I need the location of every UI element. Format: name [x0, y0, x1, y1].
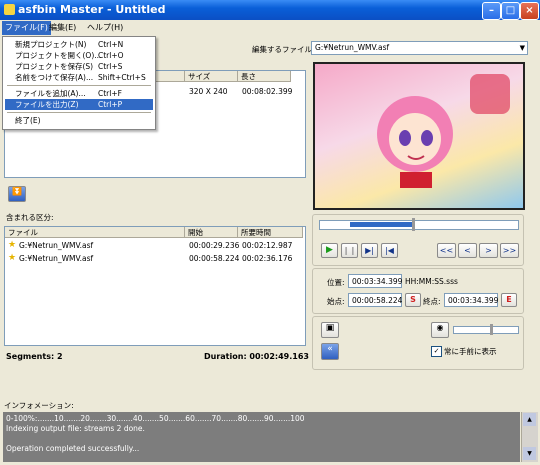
- position-input[interactable]: 00:03:34.399: [348, 274, 402, 288]
- speaker-icon: ◉: [436, 323, 444, 332]
- monitor-icon: ▣: [325, 323, 335, 333]
- step-forward-icon: ▶|: [365, 246, 374, 255]
- video-preview: [313, 62, 525, 210]
- volume-button[interactable]: ◉: [431, 322, 449, 338]
- pause-button[interactable]: ❙❙: [341, 243, 358, 258]
- step-back-icon: |◀: [385, 246, 394, 255]
- segments-label: 含まれる区分:: [6, 213, 54, 222]
- info-line: [6, 434, 517, 444]
- seek-thumb[interactable]: [412, 218, 415, 231]
- scroll-up-icon[interactable]: ▲: [523, 413, 536, 426]
- playback-group: ▶ ❙❙ ▶| |◀ << < > >>: [312, 214, 524, 266]
- segment-start: 00:00:58.224: [189, 254, 240, 263]
- segment-duration: 00:02:12.987: [242, 241, 293, 250]
- length-col-header[interactable]: 長さ: [238, 71, 291, 82]
- volume-slider[interactable]: [453, 324, 519, 335]
- menu-item-add-file[interactable]: ファイルを追加(A)... Ctrl+F: [5, 88, 153, 99]
- file-size-cell: 320 X 240: [189, 87, 228, 96]
- volume-thumb[interactable]: [490, 324, 493, 335]
- edit-file-label: 編集するファイル:: [252, 45, 315, 54]
- info-log: 0-100%:.......10.......20.......30......…: [3, 412, 520, 462]
- info-scrollbar[interactable]: ▲ ▼: [521, 412, 538, 462]
- menu-item-export-file[interactable]: ファイルを出力(Z) Ctrl+P: [5, 99, 153, 110]
- size-col-header[interactable]: サイズ: [185, 71, 238, 82]
- pause-icon: ❙❙: [342, 246, 357, 255]
- play-button[interactable]: ▶: [321, 243, 338, 258]
- position-group: 位置: 00:03:34.399 HH:MM:SS.sss 始点: 00:00:…: [312, 268, 524, 314]
- table-row[interactable]: ★ G:¥Netrun_WMV.asf 00:00:58.224 00:02:3…: [5, 253, 303, 265]
- nav-prev-button[interactable]: <: [458, 243, 477, 258]
- star-icon: ★: [8, 253, 17, 263]
- menu-item-exit[interactable]: 終了(E): [5, 115, 153, 126]
- seg-file-col-header[interactable]: ファイル: [5, 227, 185, 238]
- menu-item-save-project[interactable]: プロジェクトを保存(S) Ctrl+S: [5, 61, 153, 72]
- segment-duration: 00:02:36.176: [242, 254, 293, 263]
- position-label: 位置:: [327, 278, 345, 287]
- set-end-button[interactable]: E: [501, 293, 517, 307]
- double-left-arrow-icon: «: [327, 344, 333, 354]
- edit-file-select[interactable]: G:¥Netrun_WMV.asf ▼: [311, 41, 528, 55]
- nav-first-button[interactable]: <<: [437, 243, 456, 258]
- set-start-button[interactable]: S: [405, 293, 421, 307]
- menu-item-new-project[interactable]: 新規プロジェクト(N) Ctrl+N: [5, 39, 153, 50]
- segment-file: G:¥Netrun_WMV.asf: [19, 254, 94, 263]
- scroll-down-icon[interactable]: ▼: [523, 447, 536, 460]
- rewind-segment-button[interactable]: «: [321, 343, 339, 360]
- menu-separator: [7, 112, 151, 113]
- info-label: インフォメーション:: [4, 401, 74, 410]
- options-group: ▣ « ◉ ✓ 常に手前に表示: [312, 316, 524, 370]
- close-button[interactable]: ×: [520, 2, 539, 20]
- segments-count: Segments: 2: [6, 352, 63, 361]
- format-hint: HH:MM:SS.sss: [405, 277, 458, 286]
- segments-list[interactable]: ファイル 開始 所要時間 ★ G:¥Netrun_WMV.asf 00:00:2…: [4, 226, 306, 346]
- end-input[interactable]: 00:03:34.399: [444, 293, 498, 307]
- nav-last-button[interactable]: >>: [500, 243, 519, 258]
- file-menu-dropdown: 新規プロジェクト(N) Ctrl+N プロジェクトを開く(O)... Ctrl+O …: [2, 36, 156, 130]
- move-down-button[interactable]: ⏬: [8, 186, 26, 202]
- always-on-top-checkbox[interactable]: ✓: [431, 346, 442, 357]
- seg-duration-col-header[interactable]: 所要時間: [238, 227, 303, 238]
- start-label: 始点:: [327, 297, 345, 306]
- end-label: 終点:: [423, 297, 441, 306]
- menu-help[interactable]: ヘルプ(H): [84, 21, 126, 35]
- maximize-button[interactable]: □: [501, 2, 520, 20]
- seek-bar-fill: [350, 222, 412, 227]
- window-title: asfbin Master - Untitled: [18, 3, 166, 16]
- arrow-down-icon: ⏬: [12, 187, 22, 196]
- menu-file[interactable]: ファイル(F): [2, 21, 51, 35]
- step-forward-button[interactable]: ▶|: [361, 243, 378, 258]
- seek-bar[interactable]: [319, 218, 519, 231]
- star-icon: ★: [8, 240, 17, 250]
- monitor-button[interactable]: ▣: [321, 322, 339, 338]
- segment-file: G:¥Netrun_WMV.asf: [19, 241, 94, 250]
- title-bar: asfbin Master - Untitled – □ ×: [0, 0, 540, 20]
- info-line: Operation completed successfully...: [6, 444, 140, 453]
- segment-start: 00:00:29.236: [189, 241, 240, 250]
- info-line: Indexing output file: streams 2 done.: [6, 424, 145, 433]
- edit-file-value: G:¥Netrun_WMV.asf: [315, 43, 390, 52]
- always-on-top-label: 常に手前に表示: [444, 347, 497, 356]
- video-frame-image: [377, 74, 510, 188]
- segments-duration: Duration: 00:02:49.163: [204, 352, 309, 361]
- menu-bar: ファイル(F) 編集(E) ヘルプ(H): [0, 20, 540, 36]
- app-icon: [4, 4, 15, 15]
- start-input[interactable]: 00:00:58.224: [348, 293, 402, 307]
- file-length-cell: 00:08:02.399: [242, 87, 293, 96]
- minimize-button[interactable]: –: [482, 2, 501, 20]
- menu-edit[interactable]: 編集(E): [46, 21, 79, 35]
- nav-next-button[interactable]: >: [479, 243, 498, 258]
- seg-start-col-header[interactable]: 開始: [185, 227, 238, 238]
- menu-item-open-project[interactable]: プロジェクトを開く(O)... Ctrl+O: [5, 50, 153, 61]
- info-line: 0-100%:.......10.......20.......30......…: [6, 414, 305, 423]
- menu-separator: [7, 85, 151, 86]
- table-row[interactable]: ★ G:¥Netrun_WMV.asf 00:00:29.236 00:02:1…: [5, 240, 303, 252]
- menu-item-save-as[interactable]: 名前をつけて保存(A)... Shift+Ctrl+S: [5, 72, 153, 83]
- step-back-button[interactable]: |◀: [381, 243, 398, 258]
- checkmark-icon: ✓: [433, 347, 440, 355]
- chevron-down-icon: ▼: [519, 44, 525, 52]
- play-icon: ▶: [326, 245, 333, 255]
